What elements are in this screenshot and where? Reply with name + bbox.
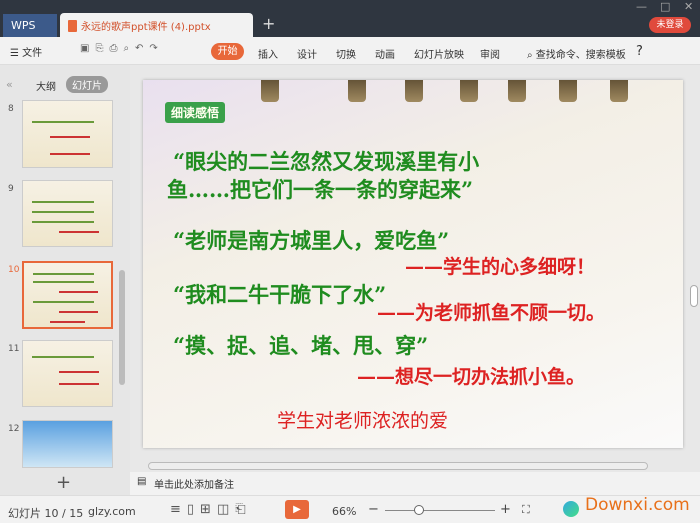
slide-text-line: “眼尖的二兰忽然又发现溪里有小 — [173, 149, 480, 174]
file-menu[interactable]: ☰ 文件 — [10, 44, 42, 59]
view-mode-icons[interactable]: ≡▯⊞◫⎗ — [170, 502, 252, 517]
binder-ring — [559, 80, 577, 102]
notes-placeholder: 单击此处添加备注 — [154, 480, 234, 491]
tab-design[interactable]: 设计 — [297, 46, 317, 61]
close-icon[interactable]: ✕ — [684, 0, 693, 13]
quick-access-icons[interactable]: ▣⎘⎙⌕↶↷ — [80, 43, 164, 54]
slide-number: 10 — [8, 265, 20, 275]
zoom-in-button[interactable]: + — [500, 502, 511, 517]
minimize-icon[interactable]: — — [636, 0, 647, 13]
pptx-file-icon — [68, 20, 77, 32]
search-command[interactable]: ⌕ 查找命令、搜索模板 — [527, 46, 626, 61]
binder-ring — [348, 80, 366, 102]
binder-ring — [460, 80, 478, 102]
slide-thumbnail-11[interactable] — [22, 340, 113, 407]
zoom-slider-handle[interactable] — [414, 505, 424, 515]
collapse-panel-icon[interactable]: « — [6, 78, 13, 91]
slide-text-line: “老师是南方城里人，爱吃鱼” — [173, 228, 450, 253]
panel-scrollbar[interactable] — [119, 270, 125, 385]
document-tab[interactable]: 永远的歌声ppt课件 (4).pptx — [60, 13, 253, 37]
play-slideshow-button[interactable]: ▶ — [285, 500, 309, 519]
slide-thumbnail-10[interactable] — [22, 261, 113, 329]
notes-area[interactable]: ▤ 单击此处添加备注 — [130, 472, 700, 495]
tab-outline[interactable]: 大纲 — [36, 78, 56, 93]
notes-icon: ▤ — [137, 476, 147, 487]
tab-animation[interactable]: 动画 — [375, 46, 395, 61]
new-tab-button[interactable]: + — [262, 14, 275, 33]
slide-thumbnail-8[interactable] — [22, 100, 113, 168]
tab-start[interactable]: 开始 — [211, 43, 244, 60]
binder-ring — [508, 80, 526, 102]
tab-transition[interactable]: 切换 — [336, 46, 356, 61]
slide-thumbnail-9[interactable] — [22, 180, 113, 247]
main-vertical-scrollbar[interactable] — [690, 285, 698, 307]
slide-number: 12 — [8, 424, 20, 434]
slide-canvas[interactable]: 细读感悟 “眼尖的二兰忽然又发现溪里有小 鱼……把它们一条一条的穿起来” “老师… — [143, 80, 683, 448]
wps-home-tab[interactable]: WPS — [3, 14, 57, 37]
tab-insert[interactable]: 插入 — [258, 46, 278, 61]
zoom-level[interactable]: 66% — [332, 505, 356, 518]
site-label: glzy.com — [88, 505, 136, 518]
tab-review[interactable]: 审阅 — [480, 46, 500, 61]
fit-window-icon[interactable]: ⛶ — [522, 503, 530, 517]
slide-text-line: “我和二牛干脆下了水” — [173, 282, 387, 307]
slide-text-line: “摸、捉、追、堵、甩、穿” — [173, 333, 429, 358]
slide-number: 9 — [8, 184, 14, 194]
assistant-icon[interactable] — [563, 501, 579, 517]
binder-ring — [261, 80, 279, 102]
slide-text-line: ——为老师抓鱼不顾一切。 — [377, 302, 606, 324]
document-tab-label: 永远的歌声ppt课件 (4).pptx — [81, 22, 211, 33]
slide-text-line: 学生对老师浓浓的爱 — [277, 410, 449, 432]
zoom-slider[interactable] — [385, 510, 495, 511]
slide-text-line: 鱼……把它们一条一条的穿起来” — [167, 177, 474, 202]
search-label: 查找命令、搜索模板 — [535, 50, 626, 61]
slide-text-line: ——想尽一切办法抓小鱼。 — [357, 366, 586, 388]
binder-ring — [405, 80, 423, 102]
slide-counter: 幻灯片 10 / 15 — [8, 507, 84, 520]
zoom-out-button[interactable]: − — [368, 502, 379, 517]
watermark: Downxi.com — [585, 495, 690, 515]
section-badge: 细读感悟 — [165, 102, 226, 123]
tab-slides[interactable]: 幻灯片 — [66, 76, 108, 93]
horizontal-scrollbar[interactable] — [148, 462, 648, 470]
add-slide-button[interactable]: + — [56, 472, 71, 493]
slide-text-line: ——学生的心多细呀！ — [405, 256, 596, 278]
slide-thumbnail-12[interactable] — [22, 420, 113, 468]
help-icon[interactable]: ? — [636, 44, 643, 59]
maximize-icon[interactable]: □ — [660, 0, 670, 13]
login-button[interactable]: 未登录 — [649, 17, 691, 33]
binder-ring — [610, 80, 628, 102]
slide-number: 11 — [8, 344, 20, 354]
slide-number: 8 — [8, 104, 14, 114]
tab-slideshow[interactable]: 幻灯片放映 — [414, 46, 464, 61]
